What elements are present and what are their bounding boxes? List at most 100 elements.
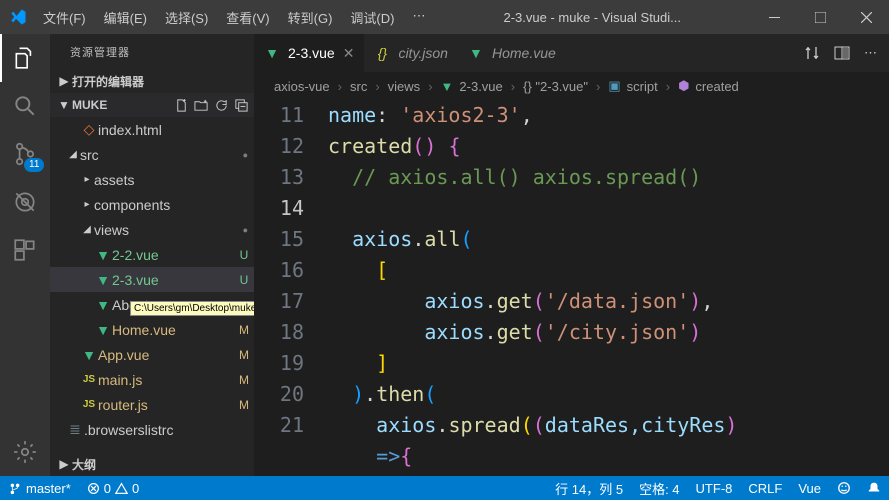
activity-explorer[interactable] — [0, 34, 50, 82]
section-project[interactable]: ▼ MUKE — [50, 93, 254, 117]
crumb[interactable]: ▣ script — [608, 78, 657, 94]
menu-goto[interactable]: 转到(G) — [280, 4, 341, 31]
new-folder-icon[interactable] — [192, 98, 210, 113]
git-status: U — [234, 248, 254, 262]
tree-file-2-3-vue[interactable]: ▼ 2-3.vue U — [50, 267, 254, 292]
menu-selection[interactable]: 选择(S) — [157, 4, 216, 31]
maximize-button[interactable] — [797, 0, 843, 34]
json-file-icon: {} — [374, 45, 390, 61]
tree-label: src — [80, 147, 243, 163]
activity-extensions[interactable] — [0, 226, 50, 274]
html-file-icon: ◇ — [80, 121, 98, 138]
chevron-down-icon: ◢ — [66, 149, 80, 160]
git-status: M — [234, 323, 254, 337]
section-open-editors[interactable]: ▶ 打开的编辑器 — [50, 69, 254, 93]
status-branch[interactable]: master* — [0, 476, 79, 500]
vue-file-icon: ▼ — [94, 272, 112, 288]
activity-settings[interactable] — [0, 428, 50, 476]
split-editor-icon[interactable] — [834, 45, 850, 61]
menu-view[interactable]: 查看(V) — [218, 4, 277, 31]
tab-label: 2-3.vue — [288, 45, 335, 61]
crumb[interactable]: views — [388, 79, 421, 94]
tree-label: index.html — [98, 122, 254, 138]
section-label: 大纲 — [72, 456, 254, 473]
minimize-button[interactable] — [751, 0, 797, 34]
git-status: M — [234, 398, 254, 412]
tree-file-2-2-vue[interactable]: ▼ 2-2.vue U — [50, 242, 254, 267]
tab-city-json[interactable]: {} city.json — [364, 34, 458, 72]
crumb[interactable]: src — [350, 79, 367, 94]
vue-file-icon: ▼ — [264, 45, 280, 61]
editor: ▼ 2-3.vue ✕ {} city.json ▼ Home.vue ⋯ ax… — [254, 34, 889, 476]
new-file-icon[interactable] — [172, 98, 190, 113]
tab-bar: ▼ 2-3.vue ✕ {} city.json ▼ Home.vue ⋯ — [254, 34, 889, 72]
tab-home-vue[interactable]: ▼ Home.vue — [458, 34, 566, 72]
tree-file-main-js[interactable]: JS main.js M — [50, 367, 254, 392]
explorer-sidebar: 资源管理器 ▶ 打开的编辑器 ▼ MUKE ◇ index.html ◢ src — [50, 34, 254, 476]
method-icon: ⬢ — [678, 78, 689, 94]
tree-file-app-vue[interactable]: ▼ App.vue M — [50, 342, 254, 367]
tree-folder-views[interactable]: ◢ views ● — [50, 217, 254, 242]
status-problems[interactable]: 0 0 — [79, 476, 147, 500]
close-button[interactable] — [843, 0, 889, 34]
activity-scm[interactable]: 11 — [0, 130, 50, 178]
tree-label: components — [94, 197, 254, 213]
tab-2-3-vue[interactable]: ▼ 2-3.vue ✕ — [254, 34, 364, 72]
tree-folder-assets[interactable]: ▸ assets — [50, 167, 254, 192]
activity-debug[interactable] — [0, 178, 50, 226]
tree-folder-components[interactable]: ▸ components — [50, 192, 254, 217]
breadcrumb: axios-vue› src› views› ▼ 2-3.vue› {} "2-… — [254, 72, 889, 100]
tree-file-browserslistrc[interactable]: ≣ .browserslistrc — [50, 417, 254, 442]
collapse-all-icon[interactable] — [232, 98, 250, 113]
section-label: 打开的编辑器 — [72, 73, 254, 90]
menu-edit[interactable]: 编辑(E) — [96, 4, 155, 31]
tree-label: .browserslistrc — [84, 422, 254, 438]
git-status: M — [234, 348, 254, 362]
status-notifications-icon[interactable] — [859, 476, 889, 500]
close-icon[interactable]: ✕ — [343, 45, 355, 62]
line-gutter: 11 12 13 14 15 16 17 18 19 20 21 — [254, 100, 328, 476]
tree-label: assets — [94, 172, 254, 188]
menu-more-icon[interactable]: ⋯ — [404, 4, 433, 31]
title-bar: 文件(F) 编辑(E) 选择(S) 查看(V) 转到(G) 调试(D) ⋯ 2-… — [0, 0, 889, 34]
crumb[interactable]: ▼ 2-3.vue — [441, 79, 503, 94]
status-language[interactable]: Vue — [790, 476, 829, 500]
tab-label: Home.vue — [492, 45, 556, 61]
crumb[interactable]: {} "2-3.vue" — [523, 79, 588, 94]
tree-file-router-js[interactable]: JS router.js M — [50, 392, 254, 417]
more-actions-icon[interactable]: ⋯ — [864, 45, 877, 61]
vue-file-icon: ▼ — [94, 297, 112, 313]
menu-debug[interactable]: 调试(D) — [342, 4, 402, 31]
activity-search[interactable] — [0, 82, 50, 130]
minimap[interactable] — [833, 100, 889, 476]
crumb[interactable]: ⬢ created — [678, 78, 739, 94]
tree-file-home-vue[interactable]: ▼ Home.vue M — [50, 317, 254, 342]
tree-file-index-html[interactable]: ◇ index.html — [50, 117, 254, 142]
scm-badge: 11 — [24, 158, 44, 172]
file-tree: ◇ index.html ◢ src ● ▸ assets ▸ componen… — [50, 117, 254, 452]
tree-label: App.vue — [98, 347, 234, 363]
chevron-down-icon: ◢ — [80, 224, 94, 235]
vue-file-icon: ▼ — [80, 347, 98, 363]
status-bar: master* 0 0 行 14，列 5 空格: 4 UTF-8 CRLF Vu… — [0, 476, 889, 500]
dirty-indicator-icon: ● — [243, 150, 254, 160]
status-indent[interactable]: 空格: 4 — [631, 476, 687, 500]
dirty-indicator-icon: ● — [243, 225, 254, 235]
status-encoding[interactable]: UTF-8 — [688, 476, 741, 500]
compare-changes-icon[interactable] — [804, 45, 820, 61]
code-editor[interactable]: 11 12 13 14 15 16 17 18 19 20 21 name: '… — [254, 100, 889, 476]
window-title: 2-3.vue - muke - Visual Studi... — [495, 10, 689, 25]
vue-file-icon: ▼ — [94, 247, 112, 263]
section-outline[interactable]: ▶ 大纲 — [50, 452, 254, 476]
code-lines[interactable]: name: 'axios2-3',created() { // axios.al… — [328, 100, 889, 476]
refresh-icon[interactable] — [212, 98, 230, 113]
crumb[interactable]: axios-vue — [274, 79, 330, 94]
tree-folder-src[interactable]: ◢ src ● — [50, 142, 254, 167]
js-file-icon: JS — [80, 399, 98, 410]
status-cursor[interactable]: 行 14，列 5 — [547, 476, 631, 500]
status-eol[interactable]: CRLF — [740, 476, 790, 500]
path-tooltip: C:\Users\gm\Desktop\muke\axios-vue\src\v… — [130, 301, 254, 316]
chevron-right-icon: ▶ — [56, 457, 72, 471]
menu-file[interactable]: 文件(F) — [35, 4, 94, 31]
status-feedback-icon[interactable] — [829, 476, 859, 500]
